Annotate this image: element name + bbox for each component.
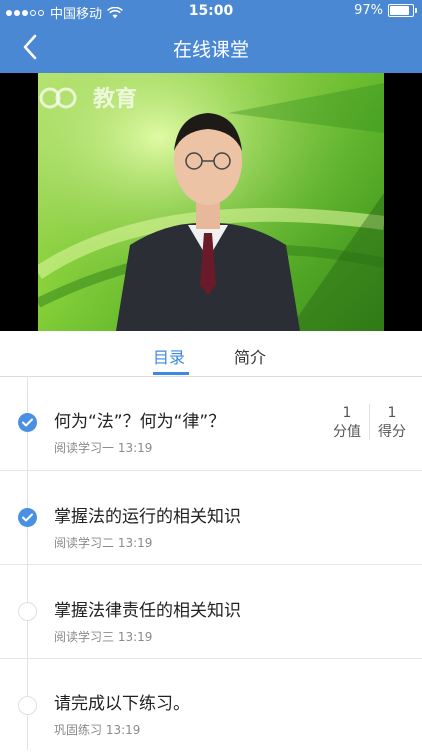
status-bar: 中国移动 15:00 97% — [0, 0, 422, 22]
lesson-title: 掌握法的运行的相关知识 — [54, 507, 241, 527]
nav-bar: 在线课堂 — [0, 22, 422, 73]
battery-percent: 97% — [354, 3, 383, 18]
battery-status: 97% — [354, 3, 417, 18]
battery-tip — [415, 8, 417, 13]
score-value: 1 分值 — [328, 404, 366, 442]
page-title: 在线课堂 — [172, 39, 249, 61]
lesson-item[interactable]: 请完成以下练习。 巩固练习 13:19 — [0, 658, 422, 752]
tab-introduction[interactable]: 简介 — [234, 344, 266, 368]
lesson-title: 掌握法律责任的相关知识 — [54, 601, 241, 621]
video-player[interactable]: 教育 — [0, 73, 422, 331]
lesson-item[interactable]: 掌握法的运行的相关知识 阅读学习二 13:19 — [0, 470, 422, 565]
score-value-label: 分值 — [333, 424, 361, 440]
video-frame[interactable]: 教育 — [38, 73, 384, 331]
completed-check-icon — [18, 508, 37, 527]
lesson-subtitle: 阅读学习三 13:19 — [54, 630, 153, 644]
tab-bar: 目录 简介 — [0, 331, 422, 377]
score-got-number: 1 — [387, 405, 397, 421]
battery-icon — [388, 4, 417, 17]
score-got-label: 得分 — [378, 424, 406, 440]
tab-catalog[interactable]: 目录 — [153, 344, 185, 368]
video-watermark: 教育 — [93, 87, 138, 112]
battery-fill — [390, 6, 409, 15]
lesson-item[interactable]: 何为“法”？何为“律”？ 阅读学习一 13:19 1 分值 1 得分 — [0, 376, 422, 471]
incomplete-circle-icon — [18, 696, 37, 715]
lecture-video-image — [38, 73, 384, 331]
app-header: 中国移动 15:00 97% 在线课堂 — [0, 0, 422, 73]
score-got: 1 得分 — [373, 404, 411, 442]
lesson-title: 请完成以下练习。 — [54, 694, 190, 714]
incomplete-circle-icon — [18, 602, 37, 621]
score-value-number: 1 — [342, 405, 352, 421]
active-tab-indicator — [153, 372, 189, 375]
lesson-subtitle: 阅读学习二 13:19 — [54, 536, 153, 550]
lesson-subtitle: 阅读学习一 13:19 — [54, 441, 153, 455]
lesson-title: 何为“法”？何为“律”？ — [54, 412, 226, 432]
lesson-item[interactable]: 掌握法律责任的相关知识 阅读学习三 13:19 — [0, 564, 422, 659]
completed-check-icon — [18, 413, 37, 432]
score-divider — [369, 404, 370, 440]
lesson-subtitle: 巩固练习 13:19 — [54, 723, 141, 737]
